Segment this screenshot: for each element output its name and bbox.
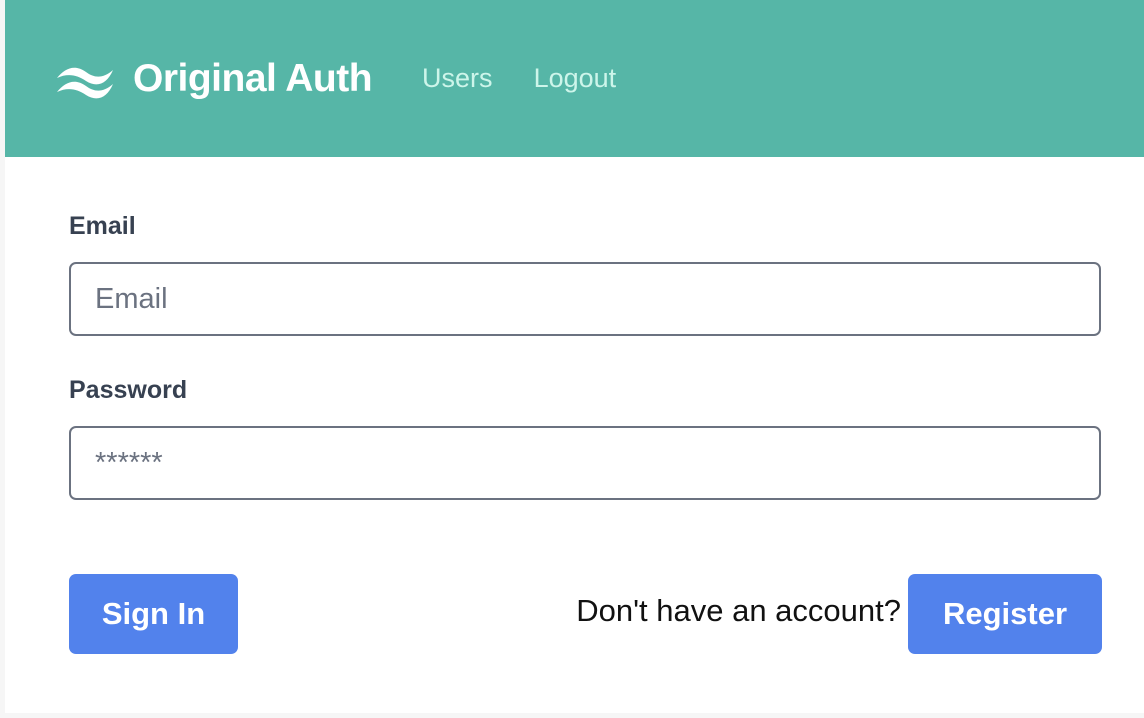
nav-link-users[interactable]: Users [422,63,493,94]
waves-icon [57,67,113,98]
brand-name: Original Auth [133,56,373,100]
register-button[interactable]: Register [908,574,1102,654]
brand-link[interactable]: Original Auth [53,56,373,101]
page: Original Auth Users Logout Email Passwor… [0,0,1144,718]
password-input[interactable] [69,426,1101,500]
password-label: Password [69,376,188,404]
nav-link-logout[interactable]: Logout [534,63,617,94]
sign-in-button[interactable]: Sign In [69,574,238,654]
email-input[interactable] [69,262,1101,336]
account-prompt: Don't have an account? [576,593,901,628]
login-card: Email Password Sign In Don't have an acc… [5,157,1144,713]
nav-links: Users Logout [422,63,616,94]
navbar: Original Auth Users Logout [5,0,1144,157]
email-label: Email [69,212,136,240]
